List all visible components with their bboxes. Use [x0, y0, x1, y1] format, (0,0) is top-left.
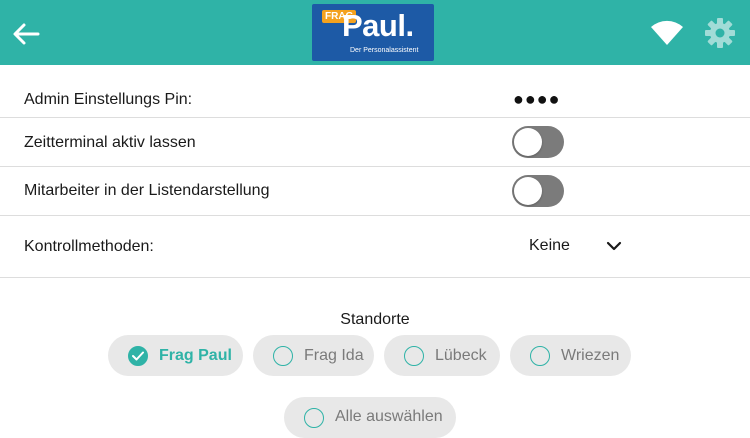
- toggle-knob: [514, 177, 542, 205]
- terminal-label: Zeitterminal aktiv lassen: [24, 134, 196, 151]
- locations-title: Standorte: [340, 311, 410, 328]
- select-all-chip[interactable]: Alle auswählen: [284, 397, 456, 438]
- radio-icon: [304, 408, 324, 428]
- control-method-select[interactable]: Keine: [520, 231, 630, 263]
- location-chip-frag-paul[interactable]: Frag Paul: [108, 335, 243, 376]
- back-arrow-icon: [13, 23, 40, 45]
- list-view-row: Mitarbeiter in der Listendarstellung: [0, 167, 750, 216]
- select-all-label: Alle auswählen: [335, 408, 443, 425]
- wifi-icon: [651, 20, 683, 45]
- pin-row: Admin Einstellungs Pin: ●●●●: [0, 65, 750, 118]
- control-method-label: Kontrollmethoden:: [24, 238, 154, 255]
- terminal-toggle[interactable]: [512, 126, 564, 158]
- list-view-label: Mitarbeiter in der Listendarstellung: [24, 182, 270, 199]
- checkmark-icon: [128, 345, 148, 366]
- location-chip-label: Lübeck: [435, 346, 487, 364]
- toggle-knob: [514, 128, 542, 156]
- settings-button[interactable]: [704, 17, 736, 49]
- back-button[interactable]: [10, 18, 42, 50]
- top-bar: FRAG Paul. Der Personalassistent: [0, 0, 750, 65]
- logo-name: Paul.: [342, 8, 414, 43]
- radio-icon: [530, 345, 550, 366]
- chevron-down-icon: [606, 241, 622, 251]
- pin-value[interactable]: ●●●●: [513, 89, 561, 110]
- location-chip-luebeck[interactable]: Lübeck: [384, 335, 500, 376]
- radio-icon: [273, 345, 293, 366]
- location-chip-label: Wriezen: [561, 346, 620, 364]
- location-chip-label: Frag Paul: [159, 346, 232, 364]
- control-method-value: Keine: [529, 237, 570, 254]
- location-chip-frag-ida[interactable]: Frag Ida: [253, 335, 374, 376]
- location-chip-label: Frag Ida: [304, 346, 364, 364]
- terminal-row: Zeitterminal aktiv lassen: [0, 118, 750, 167]
- location-chip-wriezen[interactable]: Wriezen: [510, 335, 631, 376]
- gear-icon: [705, 18, 735, 48]
- control-method-row: Kontrollmethoden: Keine: [0, 216, 750, 278]
- list-view-toggle[interactable]: [512, 175, 564, 207]
- radio-icon: [404, 345, 424, 366]
- pin-label: Admin Einstellungs Pin:: [24, 91, 193, 108]
- logo-tagline: Der Personalassistent: [350, 47, 419, 54]
- frag-paul-logo: FRAG Paul. Der Personalassistent: [312, 4, 434, 61]
